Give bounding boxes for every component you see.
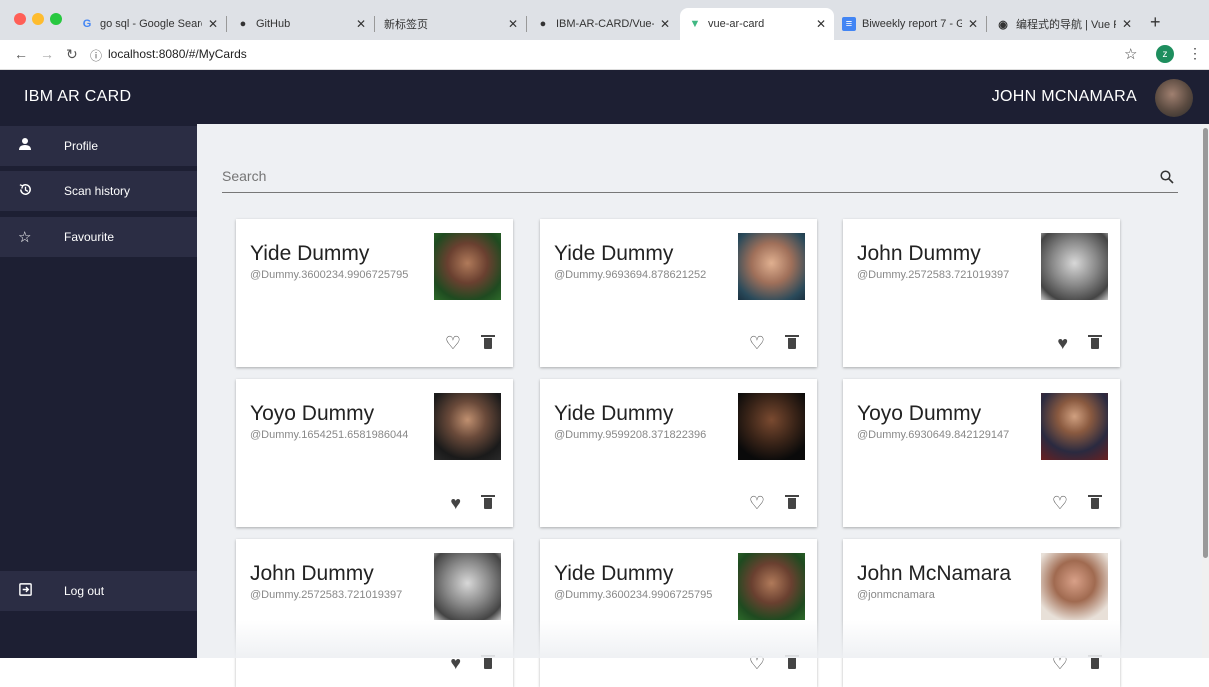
- contact-photo: [738, 393, 805, 460]
- forward-arrow-icon[interactable]: →: [40, 46, 54, 62]
- browser-tab[interactable]: ● IBM-AR-CARD/Vue-AR ✕: [528, 8, 678, 40]
- user-name[interactable]: JOHN MCNAMARA: [992, 88, 1137, 106]
- contact-card[interactable]: Yide Dummy @Dummy.9599208.371822396 ♡: [540, 379, 817, 527]
- heart-outline-icon[interactable]: ♡: [749, 493, 765, 514]
- trash-icon[interactable]: [1088, 495, 1102, 509]
- info-icon[interactable]: ⓘ: [90, 47, 102, 64]
- window-close-button[interactable]: [14, 13, 26, 25]
- scrollbar-thumb[interactable]: [1203, 128, 1208, 558]
- close-tab-icon[interactable]: ✕: [356, 17, 366, 31]
- browser-tab[interactable]: ≡ Biweekly report 7 - Go ✕: [834, 8, 986, 40]
- heart-filled-icon[interactable]: ♥: [1057, 333, 1068, 354]
- close-tab-icon[interactable]: ✕: [660, 17, 670, 31]
- person-icon: [0, 137, 64, 155]
- back-arrow-icon[interactable]: ←: [14, 46, 28, 62]
- heart-outline-icon[interactable]: ♡: [1052, 493, 1068, 514]
- contact-photo: [738, 553, 805, 620]
- close-tab-icon[interactable]: ✕: [816, 17, 826, 31]
- close-tab-icon[interactable]: ✕: [208, 17, 218, 31]
- window-maximize-button[interactable]: [50, 13, 62, 25]
- contact-photo: [434, 553, 501, 620]
- search-bar: [222, 168, 1178, 193]
- contact-card[interactable]: Yoyo Dummy @Dummy.6930649.842129147 ♡: [843, 379, 1120, 527]
- contact-card[interactable]: Yoyo Dummy @Dummy.1654251.6581986044 ♥: [236, 379, 513, 527]
- contact-card[interactable]: Yide Dummy @Dummy.3600234.9906725795 ♡: [236, 219, 513, 367]
- browser-tab[interactable]: ◉ 编程式的导航 | Vue Ro ✕: [988, 8, 1140, 40]
- close-tab-icon[interactable]: ✕: [968, 17, 978, 31]
- trash-icon[interactable]: [785, 495, 799, 509]
- globe-icon: ◉: [998, 18, 1008, 31]
- star-icon: ☆: [18, 229, 32, 246]
- heart-outline-icon[interactable]: ♡: [445, 333, 461, 354]
- address-bar[interactable]: localhost:8080/#/MyCards: [108, 47, 247, 61]
- contact-card[interactable]: John Dummy @Dummy.2572583.721019397 ♥: [843, 219, 1120, 367]
- sidebar: Profile Scan history ☆ Favourite Log out: [0, 124, 197, 658]
- logout-button[interactable]: Log out: [0, 571, 197, 611]
- sidebar-item-favourite[interactable]: ☆ Favourite: [0, 217, 197, 257]
- logout-icon: [0, 582, 64, 601]
- contact-photo: [1041, 553, 1108, 620]
- contact-photo: [738, 233, 805, 300]
- bookmark-star-icon[interactable]: ☆: [1124, 45, 1137, 63]
- profile-avatar[interactable]: z: [1156, 45, 1174, 63]
- trash-icon[interactable]: [481, 335, 495, 349]
- docs-icon: ≡: [842, 17, 856, 31]
- contact-photo: [1041, 233, 1108, 300]
- contact-card[interactable]: Yide Dummy @Dummy.3600234.9906725795 ♡: [540, 539, 817, 687]
- browser-toolbar: ← → ↻ ⓘ localhost:8080/#/MyCards ☆ z ⋮: [0, 40, 1209, 70]
- trash-icon[interactable]: [481, 495, 495, 509]
- heart-outline-icon[interactable]: ♡: [749, 333, 765, 354]
- heart-filled-icon[interactable]: ♥: [450, 493, 461, 514]
- vue-icon: ▼: [689, 18, 701, 30]
- close-tab-icon[interactable]: ✕: [508, 17, 518, 31]
- search-icon[interactable]: [1160, 170, 1174, 187]
- contact-photo: [1041, 393, 1108, 460]
- history-icon: [0, 182, 64, 201]
- google-icon: G: [82, 18, 92, 30]
- browser-tab[interactable]: G go sql - Google Search ✕: [72, 8, 226, 40]
- contact-card[interactable]: Yide Dummy @Dummy.9693694.878621252 ♡: [540, 219, 817, 367]
- contact-photo: [434, 393, 501, 460]
- reload-icon[interactable]: ↻: [66, 46, 78, 63]
- contact-card[interactable]: John Dummy @Dummy.2572583.721019397 ♥: [236, 539, 513, 687]
- sidebar-item-scan-history[interactable]: Scan history: [0, 171, 197, 211]
- github-icon: ●: [239, 18, 247, 30]
- trash-icon[interactable]: [1088, 335, 1102, 349]
- trash-icon[interactable]: [785, 335, 799, 349]
- search-input[interactable]: [222, 168, 1122, 184]
- sidebar-item-profile[interactable]: Profile: [0, 126, 197, 166]
- brand-title: IBM AR CARD: [24, 88, 132, 105]
- contact-photo: [434, 233, 501, 300]
- menu-kebab-icon[interactable]: ⋮: [1188, 45, 1202, 62]
- browser-tab-strip: G go sql - Google Search ✕ ● GitHub ✕ 新标…: [0, 0, 1209, 40]
- github-icon: ●: [539, 18, 547, 30]
- new-tab-button[interactable]: +: [1150, 12, 1161, 33]
- browser-tab[interactable]: 新标签页 ✕: [376, 8, 526, 40]
- browser-tab[interactable]: ● GitHub ✕: [228, 8, 374, 40]
- user-avatar[interactable]: [1155, 79, 1193, 117]
- browser-tab-active[interactable]: ▼ vue-ar-card ✕: [680, 8, 834, 40]
- close-tab-icon[interactable]: ✕: [1122, 17, 1132, 31]
- contact-card[interactable]: John McNamara @jonmcnamara ♡: [843, 539, 1120, 687]
- window-minimize-button[interactable]: [32, 13, 44, 25]
- app-header: IBM AR CARD JOHN MCNAMARA: [0, 70, 1209, 124]
- scroll-fade: [197, 620, 1202, 658]
